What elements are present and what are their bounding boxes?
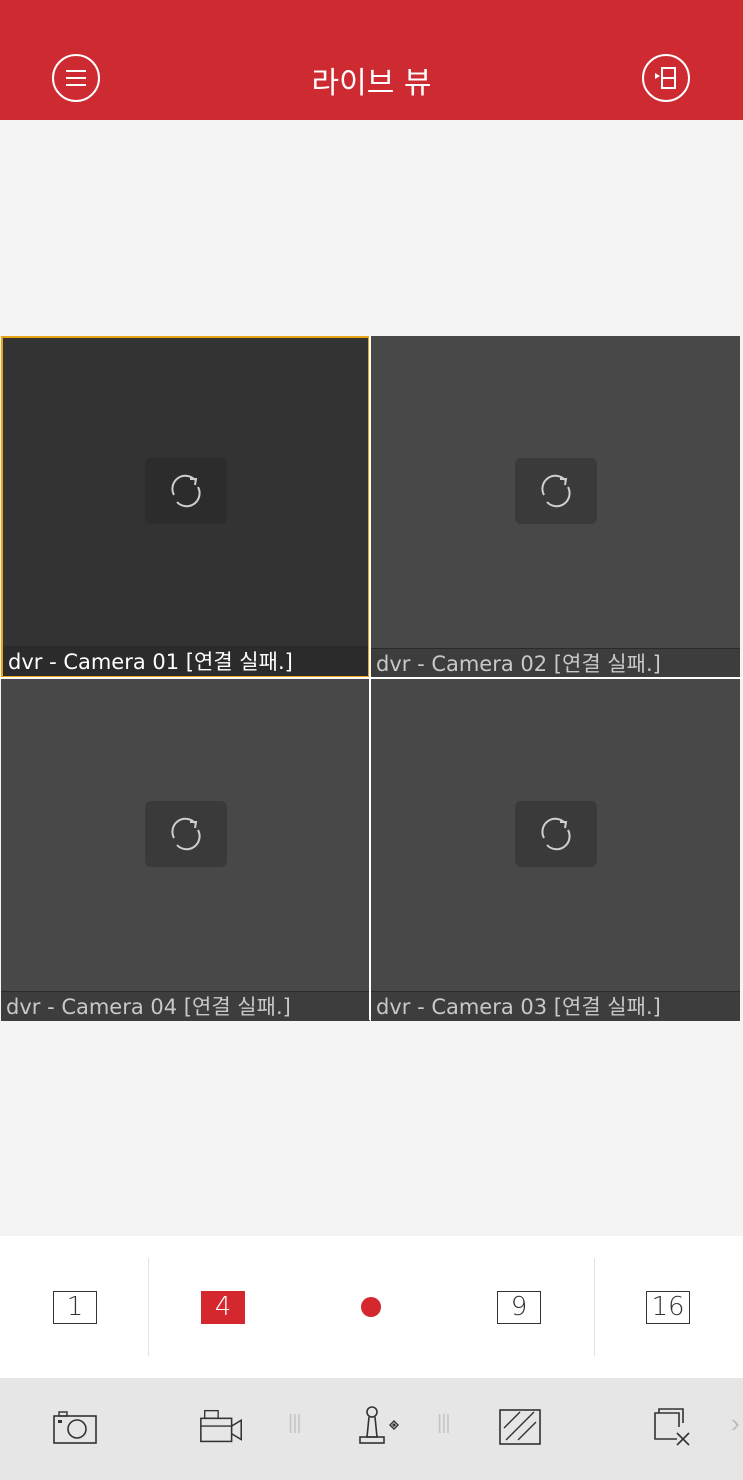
refresh-icon xyxy=(170,817,201,851)
joystick-icon xyxy=(359,1406,399,1444)
divider xyxy=(148,1258,149,1356)
image-quality-button[interactable] xyxy=(495,1402,545,1452)
camera-cell[interactable]: dvr - Camera 03 [연결 실패.] xyxy=(371,679,740,1021)
camera-icon xyxy=(53,1411,97,1444)
live-view-grid: dvr - Camera 01 [연결 실패.] dvr - Camera 02… xyxy=(0,336,743,1021)
grid-divider xyxy=(0,677,743,679)
record-button[interactable] xyxy=(197,1402,247,1452)
camera-cell[interactable]: dvr - Camera 04 [연결 실패.] xyxy=(1,679,370,1021)
page-indicator-dot[interactable] xyxy=(361,1297,381,1317)
camera-cell[interactable]: dvr - Camera 02 [연결 실패.] xyxy=(371,336,740,678)
toolbar-separator: ||| xyxy=(288,1412,302,1434)
refresh-icon xyxy=(170,474,201,508)
more-tools-chevron-icon[interactable]: › xyxy=(731,1408,740,1439)
layout-4-button[interactable]: 4 xyxy=(201,1291,245,1324)
video-record-icon xyxy=(200,1409,242,1443)
reconnect-button[interactable] xyxy=(514,458,597,524)
device-list-icon xyxy=(655,67,676,89)
reconnect-button[interactable] xyxy=(514,801,597,867)
layout-1-button[interactable]: 1 xyxy=(53,1291,97,1324)
camera-label: dvr - Camera 01 [연결 실패.] xyxy=(3,646,368,676)
layout-16-button[interactable]: 16 xyxy=(646,1291,690,1324)
top-bar: 라이브 뷰 xyxy=(0,0,743,120)
close-all-button[interactable] xyxy=(646,1402,696,1452)
toolbar-separator: ||| xyxy=(437,1412,451,1434)
refresh-icon xyxy=(540,817,571,851)
divider xyxy=(594,1258,595,1356)
reconnect-button[interactable] xyxy=(144,458,227,524)
camera-cell[interactable]: dvr - Camera 01 [연결 실패.] xyxy=(1,336,370,678)
screenshot-button[interactable] xyxy=(50,1402,100,1452)
device-list-button[interactable] xyxy=(642,54,690,102)
page-title: 라이브 뷰 xyxy=(311,66,432,101)
reconnect-button[interactable] xyxy=(144,801,227,867)
bottom-toolbar: ||| ||| › xyxy=(0,1378,743,1480)
layout-9-button[interactable]: 9 xyxy=(497,1291,541,1324)
camera-label: dvr - Camera 03 [연결 실패.] xyxy=(371,991,740,1021)
close-window-icon xyxy=(654,1408,690,1446)
ptz-button[interactable] xyxy=(354,1402,404,1452)
image-quality-icon xyxy=(499,1409,541,1445)
camera-label: dvr - Camera 04 [연결 실패.] xyxy=(1,991,370,1021)
refresh-icon xyxy=(540,474,571,508)
camera-label: dvr - Camera 02 [연결 실패.] xyxy=(371,648,740,678)
